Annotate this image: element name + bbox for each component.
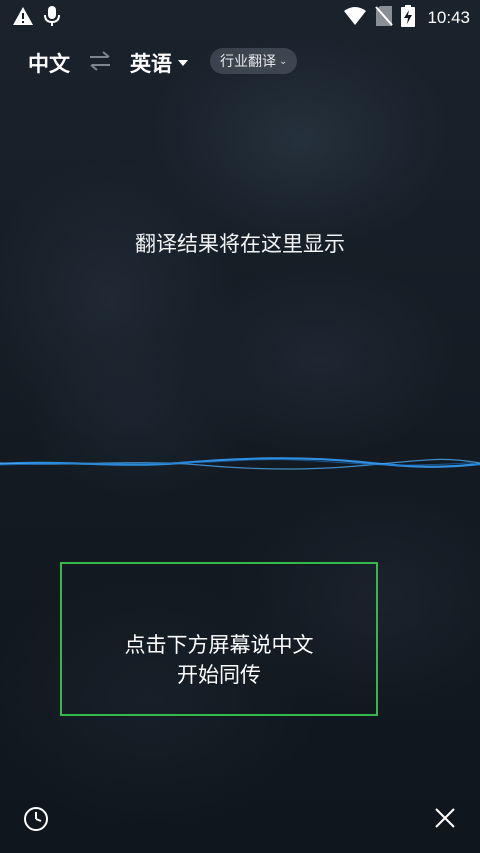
background	[0, 0, 480, 853]
speak-prompt-text: 点击下方屏幕说中文 开始同传	[62, 630, 376, 690]
swap-arrows-icon[interactable]	[88, 50, 112, 72]
speak-prompt-area[interactable]: 点击下方屏幕说中文 开始同传	[60, 562, 378, 716]
target-language-dropdown[interactable]: 英语	[130, 48, 188, 78]
audio-waveform	[0, 457, 480, 470]
source-language-button[interactable]: 中文	[28, 48, 70, 78]
caret-down-icon	[178, 60, 188, 66]
industry-translation-button[interactable]: 行业翻译 ⌄	[210, 48, 298, 74]
warning-icon	[12, 6, 34, 30]
status-bar-left	[12, 5, 60, 31]
status-bar-right: 10:43	[343, 5, 470, 31]
battery-charging-icon	[401, 5, 416, 31]
language-bar: 中文 英语 行业翻译 ⌄	[0, 42, 480, 82]
wifi-icon	[343, 6, 367, 30]
close-icon[interactable]	[433, 806, 457, 830]
status-bar: 10:43	[0, 0, 480, 34]
target-language-label: 英语	[130, 52, 172, 76]
speak-prompt-line-1: 点击下方屏幕说中文	[124, 633, 314, 657]
status-time: 10:43	[427, 8, 470, 27]
no-sim-icon	[375, 5, 394, 31]
microphone-icon	[44, 5, 60, 31]
clock-icon[interactable]	[23, 806, 49, 832]
chevron-down-icon: ⌄	[279, 55, 288, 67]
translation-result-placeholder: 翻译结果将在这里显示	[135, 232, 345, 256]
speak-prompt-line-2: 开始同传	[177, 663, 261, 687]
industry-translation-label: 行业翻译	[220, 54, 276, 70]
